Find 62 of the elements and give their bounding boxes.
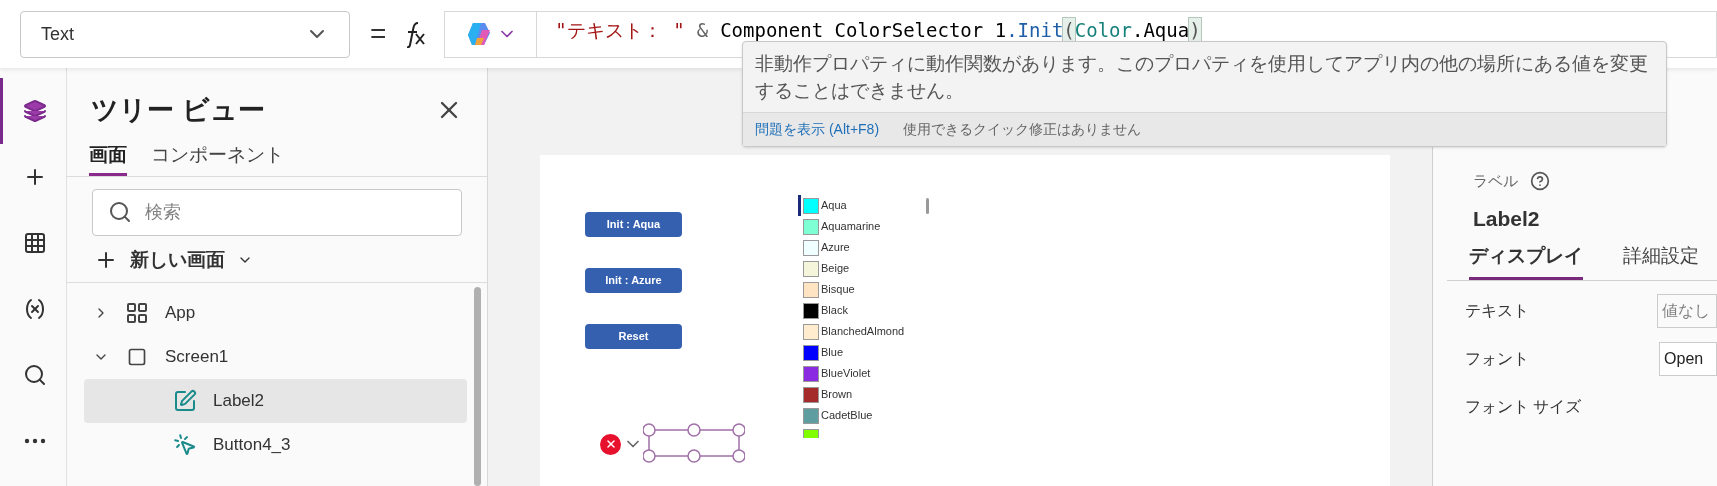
color-row[interactable]: CadetBlue [798, 405, 935, 426]
color-row[interactable]: BlanchedAlmond [798, 321, 935, 342]
app-button[interactable]: Reset [585, 324, 682, 349]
scrollbar[interactable] [474, 287, 481, 486]
color-row[interactable]: Aquamarine [798, 216, 935, 237]
tree-item[interactable]: Button4_3 [84, 423, 467, 467]
property-label: テキスト [1465, 300, 1530, 321]
color-name: Brown [821, 387, 853, 403]
tooltip-message: 非動作プロパティに動作関数があります。このプロパティを使用してアプリ内の他の場所にある値を変更することはできません。 [754, 52, 1649, 103]
text-field[interactable]: 値なし [1657, 293, 1717, 328]
color-name: CadetBlue [821, 408, 873, 424]
tab[interactable]: ディスプレイ [1469, 242, 1583, 280]
tab[interactable]: 詳細設定 [1623, 242, 1699, 280]
help-icon[interactable] [1530, 171, 1550, 192]
panel-title: ツリー ビュー [91, 94, 265, 127]
property-label: フォント サイズ [1465, 396, 1583, 417]
scrollbar[interactable] [926, 198, 929, 214]
tree-item[interactable]: Label2 [84, 379, 467, 423]
color-row[interactable]: Brown [798, 384, 935, 405]
color-name: Aqua [821, 198, 847, 214]
layers-icon [22, 99, 47, 123]
label-icon [173, 389, 197, 413]
control-type: ラベル [1473, 171, 1518, 191]
tree-item-label: Label2 [213, 390, 265, 413]
button-control-icon [173, 433, 197, 457]
color-name: Beige [821, 261, 850, 277]
color-name: Azure [821, 240, 850, 256]
tree-item[interactable]: App [84, 291, 467, 335]
control-name: Label2 [1473, 205, 1541, 232]
tree-item-label: App [165, 302, 196, 325]
color-name: Blue [821, 345, 844, 361]
table-icon [22, 231, 47, 255]
color-name: Bisque [821, 282, 855, 298]
more-icon [23, 438, 46, 444]
search-field[interactable]: 検索 [92, 189, 462, 236]
new-screen-button[interactable]: 新しい画面 [94, 244, 460, 276]
tree-item-label: Button4_3 [213, 434, 291, 457]
quick-fix-note: 使用できるクイック修正はありません [903, 120, 1142, 139]
color-name: Black [821, 303, 848, 319]
color-name: BlueViolet [821, 366, 871, 382]
color-name: Aquamarine [821, 219, 881, 235]
color-row[interactable]: Black [798, 300, 935, 321]
tab[interactable]: コンポーネント [151, 140, 284, 176]
tree-item-label: Screen1 [165, 346, 229, 369]
app-button[interactable]: Init : Azure [585, 268, 682, 293]
tab[interactable]: 画面 [89, 140, 127, 176]
app-button[interactable]: Init : Aqua [585, 212, 682, 237]
color-row[interactable]: Bisque [798, 279, 935, 300]
font-dropdown[interactable]: Open [1659, 341, 1717, 376]
equals-sign: = [370, 17, 387, 51]
tree-item[interactable]: Screen1 [84, 335, 467, 379]
property-dropdown[interactable]: Text [20, 10, 350, 58]
property-label: フォント [1465, 348, 1530, 369]
search-icon [22, 363, 47, 387]
color-name: BlanchedAlmond [821, 324, 905, 340]
color-row[interactable]: Beige [798, 258, 935, 279]
color-row[interactable]: BlueViolet [798, 363, 935, 384]
color-row[interactable]: Blue [798, 342, 935, 363]
app-icon [125, 301, 149, 325]
color-row[interactable]: Azure [798, 237, 935, 258]
search-icon [108, 200, 132, 224]
show-problem-link[interactable]: 問題を表示 (Alt+F8) [755, 119, 880, 140]
